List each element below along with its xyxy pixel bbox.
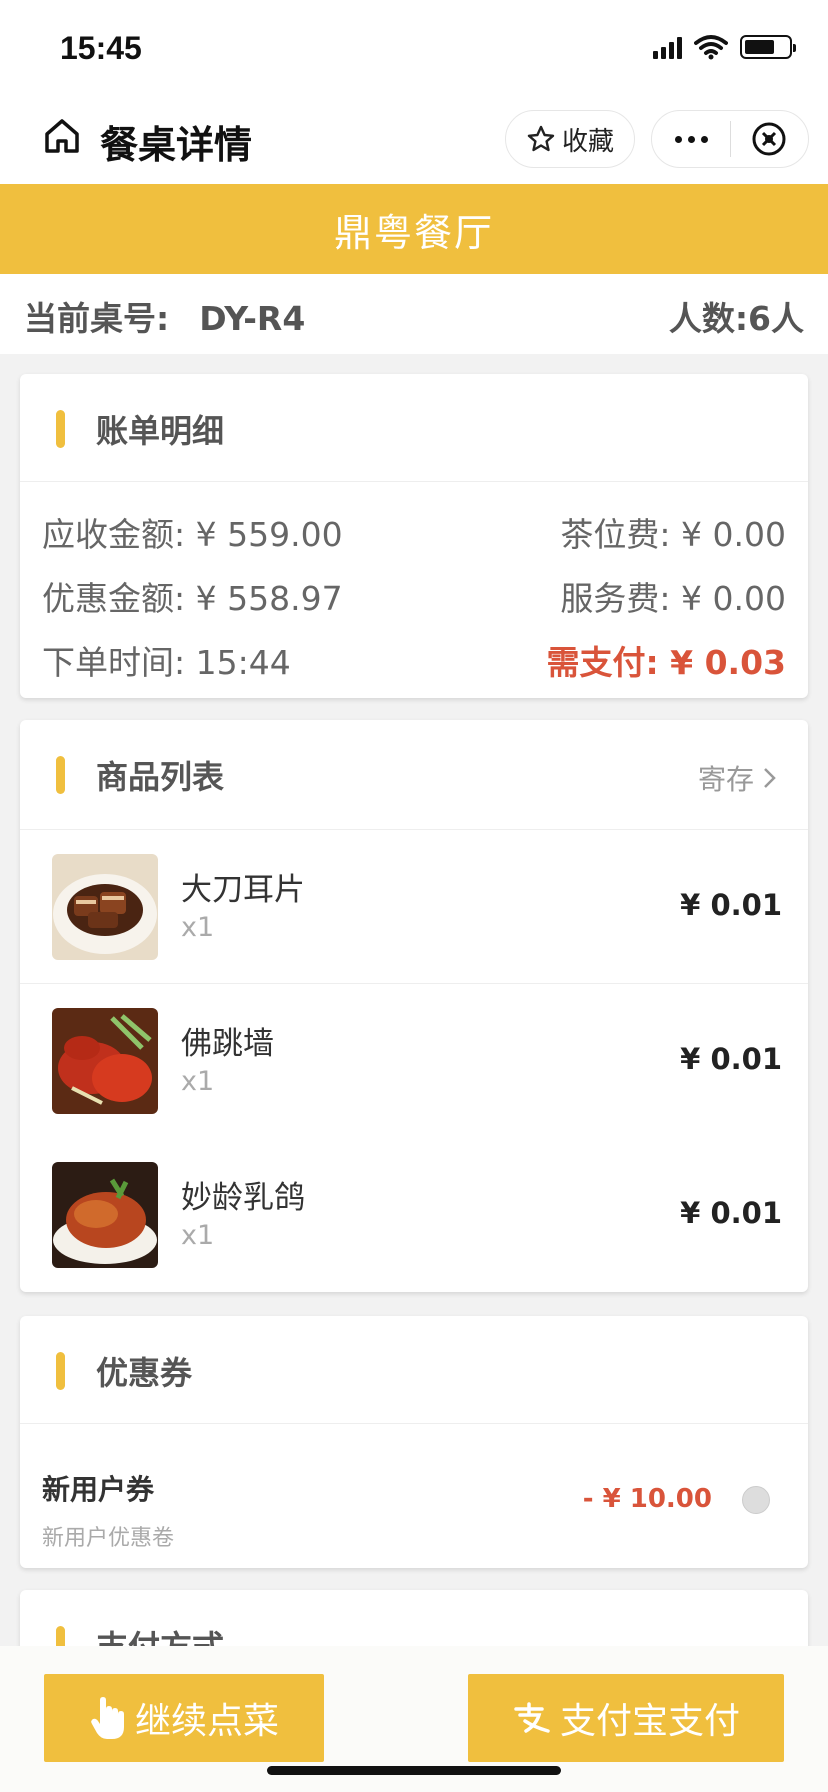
table-label: 当前桌号:	[24, 299, 170, 338]
dish-name: 佛跳墙	[181, 1026, 274, 1062]
table-number: 当前桌号: DY-R4	[24, 292, 305, 340]
nav-bar: 餐桌详情 收藏	[0, 96, 828, 184]
bill-title: 账单明细	[96, 412, 225, 450]
coupon-title: 优惠券	[96, 1354, 193, 1392]
page-title: 餐桌详情	[100, 123, 253, 167]
bill-row: 下单时间: 15:44 需支付: ¥ 0.03	[42, 636, 786, 686]
continue-ordering-label: 继续点菜	[134, 1701, 279, 1742]
coupon-radio[interactable]	[742, 1486, 770, 1514]
service-fee: 服务费: ¥ 0.00	[560, 579, 786, 618]
amount-due: 需支付: ¥ 0.03	[546, 643, 786, 682]
close-button[interactable]	[731, 111, 808, 167]
miniprogram-capsule	[651, 110, 809, 168]
coupon-description: 新用户优惠卷	[42, 1526, 175, 1551]
deposit-label: 寄存	[697, 763, 754, 796]
signal-icon	[653, 35, 682, 59]
dish-name: 大刀耳片	[181, 872, 305, 908]
table-info: 当前桌号: DY-R4 人数:6人	[0, 274, 828, 354]
goods-title: 商品列表	[96, 758, 225, 796]
continue-ordering-button[interactable]: 继续点菜	[44, 1674, 324, 1762]
alipay-pay-button[interactable]: 支付宝支付	[468, 1674, 784, 1762]
dish-image	[52, 1162, 158, 1268]
chevron-right-icon	[764, 768, 776, 788]
dish-quantity: x1	[181, 1066, 215, 1097]
alipay-icon	[514, 1702, 550, 1733]
wifi-icon	[694, 35, 728, 60]
coupon-amount: - ¥ 10.00	[582, 1484, 712, 1514]
section-marker	[56, 1352, 65, 1390]
table-number-value: DY-R4	[199, 299, 306, 338]
people-count: 人数:6人	[668, 299, 804, 338]
dish-price: ¥ 0.01	[680, 888, 782, 922]
favorite-label: 收藏	[561, 126, 614, 157]
dish-price: ¥ 0.01	[680, 1196, 782, 1230]
goods-item: 佛跳墙 x1 ¥ 0.01	[20, 984, 808, 1138]
deposit-link[interactable]: 寄存	[698, 758, 778, 798]
favorite-button[interactable]: 收藏	[505, 110, 635, 168]
close-circle-icon	[752, 122, 786, 156]
dish-price: ¥ 0.01	[680, 1042, 782, 1076]
coupon-card[interactable]: 优惠券 新用户券 新用户优惠卷 - ¥ 10.00	[20, 1316, 808, 1568]
bill-header: 账单明细	[20, 374, 808, 482]
home-indicator	[267, 1766, 561, 1775]
dish-name: 妙龄乳鸽	[181, 1180, 305, 1216]
alipay-pay-label: 支付宝支付	[559, 1701, 740, 1742]
battery-icon	[740, 35, 796, 59]
order-time: 下单时间: 15:44	[42, 643, 291, 682]
goods-item: 大刀耳片 x1 ¥ 0.01	[20, 830, 808, 984]
coupon-header: 优惠券	[20, 1316, 808, 1424]
discount-amount: 优惠金额: ¥ 558.97	[42, 579, 343, 618]
restaurant-banner: 鼎粤餐厅	[0, 184, 828, 274]
dish-image	[52, 854, 158, 960]
bill-row: 优惠金额: ¥ 558.97 服务费: ¥ 0.00	[42, 572, 786, 622]
goods-header: 商品列表 寄存	[20, 720, 808, 830]
section-marker	[56, 410, 65, 448]
goods-card: 商品列表 寄存 大刀耳片 x1 ¥ 0.01 佛跳墙 x1 ¥ 0.01 妙龄乳…	[20, 720, 808, 1292]
bill-card: 账单明细 应收金额: ¥ 559.00 茶位费: ¥ 0.00 优惠金额: ¥ …	[20, 374, 808, 698]
dish-image	[52, 1008, 158, 1114]
hand-pointer-icon	[91, 1697, 124, 1739]
tea-fee: 茶位费: ¥ 0.00	[560, 515, 786, 554]
restaurant-name: 鼎粤餐厅	[333, 210, 494, 255]
coupon-name: 新用户券	[42, 1473, 155, 1506]
star-icon	[527, 125, 555, 152]
goods-item: 妙龄乳鸽 x1 ¥ 0.01	[20, 1138, 808, 1292]
home-icon[interactable]	[42, 116, 82, 156]
dish-quantity: x1	[181, 912, 215, 943]
bill-row: 应收金额: ¥ 559.00 茶位费: ¥ 0.00	[42, 508, 786, 558]
dish-quantity: x1	[181, 1220, 215, 1251]
status-time: 15:45	[60, 30, 142, 66]
receivable-amount: 应收金额: ¥ 559.00	[42, 515, 343, 554]
status-icons	[653, 34, 796, 60]
section-marker	[56, 756, 65, 794]
status-bar: 15:45	[0, 0, 828, 96]
more-options-icon[interactable]	[652, 111, 730, 167]
